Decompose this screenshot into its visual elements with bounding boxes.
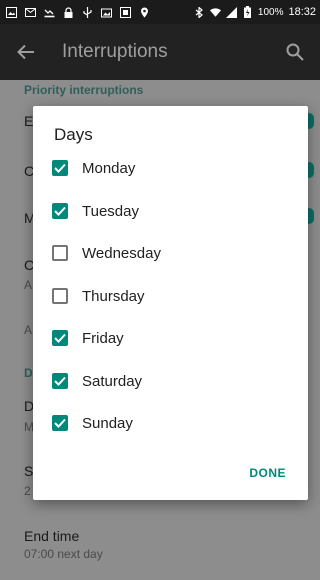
photo-icon bbox=[101, 7, 112, 18]
checkmark-icon bbox=[54, 163, 66, 173]
checkbox-unchecked[interactable] bbox=[52, 245, 68, 261]
search-icon[interactable] bbox=[284, 41, 306, 63]
start-time-row[interactable]: S bbox=[24, 463, 33, 479]
checkbox-checked[interactable] bbox=[52, 203, 68, 219]
app-bar: Interruptions bbox=[0, 24, 320, 80]
setting-row-1[interactable]: E bbox=[24, 113, 33, 129]
start-time-subtitle: 2 bbox=[24, 484, 31, 498]
downtime-header: D bbox=[24, 366, 33, 380]
day-label: Monday bbox=[82, 159, 136, 177]
priority-interruptions-header: Priority interruptions bbox=[24, 83, 144, 97]
location-icon bbox=[139, 7, 150, 18]
battery-icon bbox=[242, 6, 253, 18]
checkbox-checked[interactable] bbox=[52, 415, 68, 431]
gmail-icon bbox=[25, 7, 36, 18]
checkmark-icon bbox=[54, 206, 66, 216]
clock: 18:32 bbox=[288, 6, 316, 18]
image-icon bbox=[6, 6, 17, 18]
signal-icon bbox=[225, 6, 237, 18]
missed-call-icon bbox=[44, 7, 55, 18]
nfc-icon bbox=[120, 6, 131, 18]
day-option-wednesday[interactable]: Wednesday bbox=[52, 233, 288, 273]
battery-percent: 100% bbox=[257, 6, 284, 18]
done-button[interactable]: DONE bbox=[249, 466, 286, 480]
day-option-saturday[interactable]: Saturday bbox=[52, 361, 288, 401]
checkmark-icon bbox=[54, 418, 66, 428]
notification-icons bbox=[6, 6, 194, 18]
bluetooth-icon bbox=[194, 6, 205, 18]
dialog-title: Days bbox=[54, 125, 93, 144]
checkbox-unchecked[interactable] bbox=[52, 288, 68, 304]
day-label: Thursday bbox=[82, 287, 145, 305]
checkbox-checked[interactable] bbox=[52, 330, 68, 346]
day-label: Saturday bbox=[82, 372, 143, 390]
day-label: Sunday bbox=[82, 414, 133, 432]
day-label: Friday bbox=[82, 329, 124, 347]
day-option-tuesday[interactable]: Tuesday bbox=[52, 191, 288, 231]
days-dialog: Days Monday Tuesday Wednesday Thursday F… bbox=[33, 106, 308, 500]
page-title: Interruptions bbox=[62, 41, 168, 62]
wifi-icon bbox=[209, 7, 221, 18]
back-arrow-icon[interactable] bbox=[14, 40, 38, 64]
checkbox-checked[interactable] bbox=[52, 160, 68, 176]
usb-icon bbox=[82, 6, 93, 18]
checkmark-icon bbox=[54, 376, 66, 386]
checkmark-icon bbox=[54, 333, 66, 343]
day-option-monday[interactable]: Monday bbox=[52, 148, 288, 188]
checkbox-checked[interactable] bbox=[52, 373, 68, 389]
day-label: Tuesday bbox=[82, 202, 139, 220]
day-option-sunday[interactable]: Sunday bbox=[52, 403, 288, 443]
day-label: Wednesday bbox=[82, 244, 161, 262]
day-option-friday[interactable]: Friday bbox=[52, 318, 288, 358]
setting-row-5-subtitle[interactable]: A bbox=[24, 323, 32, 337]
status-bar: 100% 18:32 bbox=[0, 0, 320, 24]
end-time-title[interactable]: End time bbox=[24, 528, 79, 544]
end-time-subtitle: 07:00 next day bbox=[24, 547, 103, 561]
system-status-icons: 100% 18:32 bbox=[194, 6, 316, 18]
lock-icon bbox=[63, 6, 74, 18]
setting-row-4-subtitle: A bbox=[24, 278, 33, 292]
day-option-thursday[interactable]: Thursday bbox=[52, 276, 288, 316]
